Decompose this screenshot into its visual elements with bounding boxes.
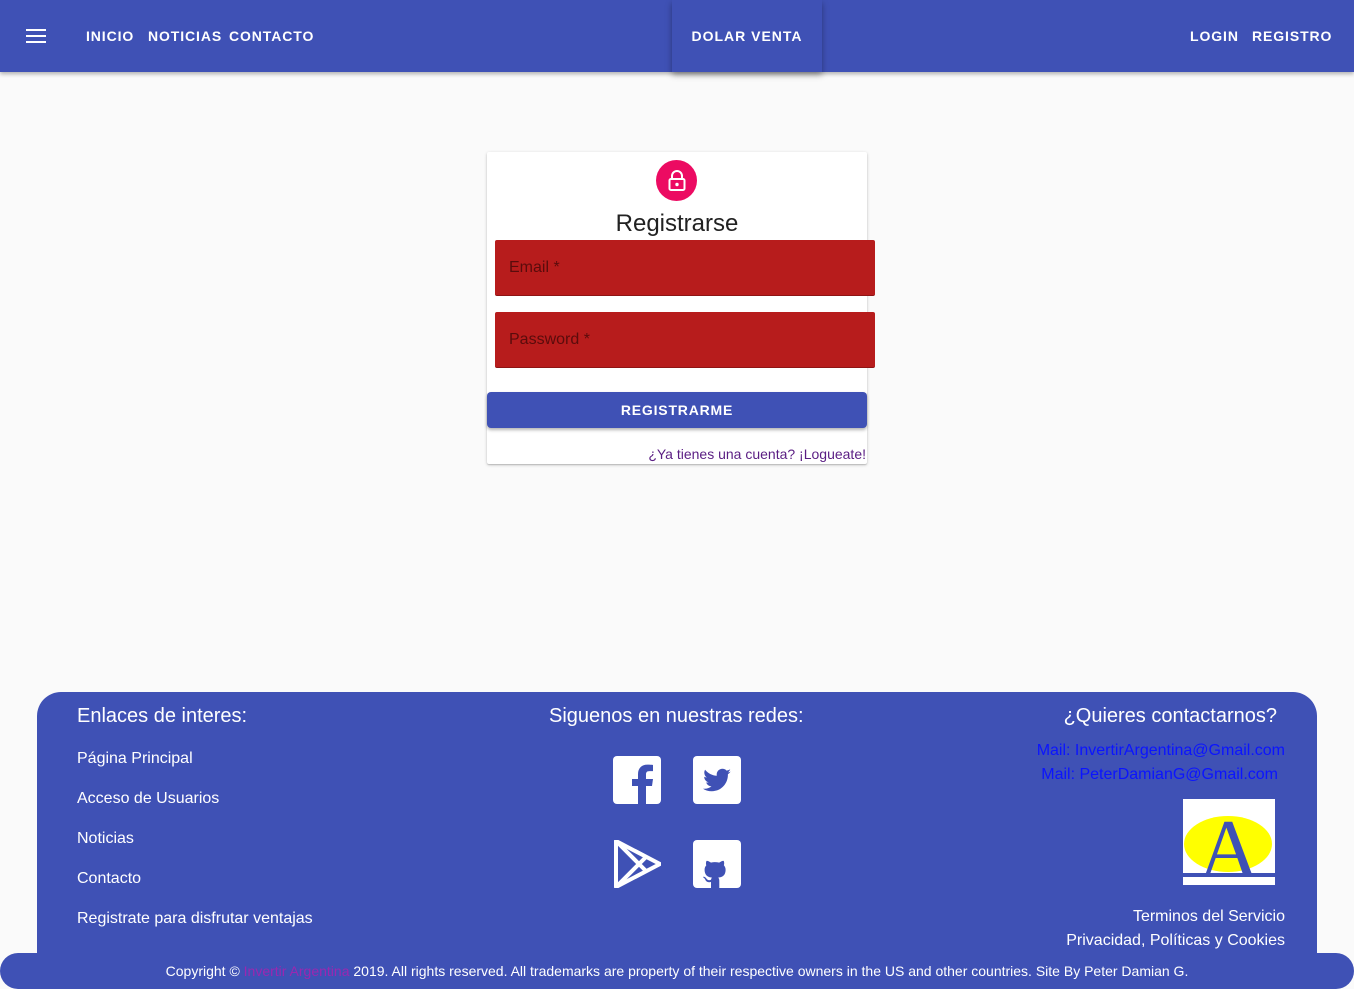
menu-button[interactable] bbox=[18, 18, 54, 54]
dolar-venta-button[interactable]: DOLAR VENTA bbox=[672, 0, 822, 72]
nav-contacto[interactable]: CONTACTO bbox=[229, 24, 314, 48]
invertir-argentina-logo: A bbox=[1183, 799, 1275, 885]
terms-link[interactable]: Terminos del Servicio bbox=[1133, 906, 1285, 928]
login-button[interactable]: LOGIN bbox=[1190, 24, 1239, 48]
app-bar: INICIO NOTICIAS CONTACTO DOLAR VENTA LOG… bbox=[0, 0, 1354, 72]
privacy-link[interactable]: Privacidad, Políticas y Cookies bbox=[1066, 930, 1285, 952]
lock-avatar bbox=[656, 160, 697, 201]
password-field[interactable]: Password * bbox=[495, 312, 875, 368]
google-play-icon[interactable] bbox=[613, 840, 661, 888]
links-heading: Enlaces de interes: bbox=[77, 705, 248, 727]
copyright-prefix: Copyright © bbox=[165, 963, 240, 979]
password-label: Password * bbox=[509, 331, 590, 348]
copyright-text: 2019. All rights reserved. All trademark… bbox=[353, 963, 1189, 979]
nav-noticias[interactable]: NOTICIAS bbox=[148, 24, 222, 48]
twitter-icon[interactable] bbox=[693, 756, 741, 804]
register-card: Registrarse Email * Password * REGISTRAR… bbox=[487, 152, 875, 464]
facebook-icon[interactable] bbox=[613, 756, 661, 804]
register-submit-button[interactable]: REGISTRARME bbox=[487, 392, 867, 428]
footer-link-registro[interactable]: Registrate para disfrutar ventajas bbox=[77, 908, 313, 930]
footer-link-noticias[interactable]: Noticias bbox=[77, 828, 134, 850]
email-field[interactable]: Email * bbox=[495, 240, 875, 296]
menu-icon bbox=[26, 29, 46, 43]
copyright-bar: Copyright © Invertir Argentina 2019. All… bbox=[0, 953, 1354, 989]
lock-icon bbox=[668, 169, 685, 191]
github-icon[interactable] bbox=[693, 840, 741, 888]
footer: Enlaces de interes: Página Principal Acc… bbox=[37, 692, 1317, 989]
social-heading: Siguenos en nuestras redes: bbox=[549, 705, 804, 727]
footer-link-principal[interactable]: Página Principal bbox=[77, 748, 193, 770]
contact-heading: ¿Quieres contactarnos? bbox=[1063, 705, 1277, 727]
mail-link-invertir[interactable]: Mail: InvertirArgentina@Gmail.com bbox=[1037, 740, 1285, 762]
footer-link-usuarios[interactable]: Acceso de Usuarios bbox=[77, 788, 219, 810]
page-title: Registrarse bbox=[615, 210, 739, 237]
registro-button[interactable]: REGISTRO bbox=[1252, 24, 1332, 48]
nav-inicio[interactable]: INICIO bbox=[86, 24, 134, 48]
footer-link-contacto[interactable]: Contacto bbox=[77, 868, 141, 890]
brand-link[interactable]: Invertir Argentina bbox=[244, 963, 350, 979]
mail-link-peter[interactable]: Mail: PeterDamianG@Gmail.com bbox=[1041, 764, 1278, 786]
email-label: Email * bbox=[509, 259, 560, 276]
login-link[interactable]: ¿Ya tienes una cuenta? ¡Logueate! bbox=[648, 444, 866, 464]
logo-letter: A bbox=[1199, 803, 1260, 885]
